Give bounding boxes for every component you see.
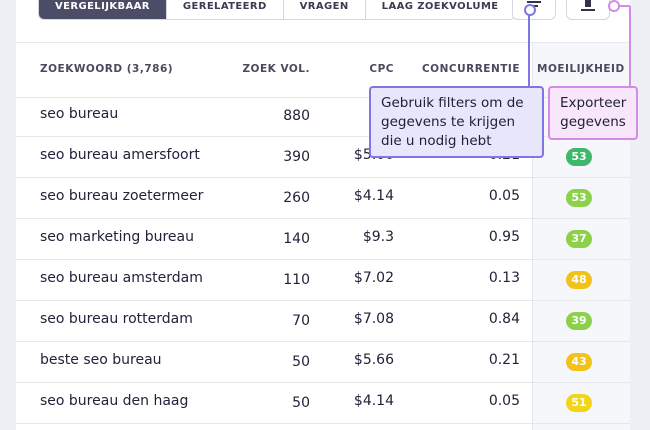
difficulty-badge: 53 (566, 189, 592, 207)
competition-cell: 0.84 (488, 311, 520, 327)
cpc-cell: $7.02 (353, 270, 394, 286)
export-icon (581, 0, 595, 11)
volume-cell: 70 (292, 313, 310, 329)
keyword-cell[interactable]: seo marketing bureau (40, 229, 194, 245)
volume-cell: 50 (292, 354, 310, 370)
header-keyword[interactable]: ZOEKWOORD (3,786) (40, 63, 173, 75)
filter-tooltip-connector (528, 10, 530, 86)
export-tooltip: Exporteer gegevens (548, 86, 638, 140)
keyword-cell[interactable]: seo bureau den haag (40, 393, 188, 409)
volume-cell: 390 (283, 149, 310, 165)
tab-bar: VERGELIJKBAAR GERELATEERD VRAGEN LAAG ZO… (38, 0, 516, 20)
table-row[interactable]: seo bureau rotterdam 70 $7.08 0.84 39 (16, 301, 630, 342)
difficulty-badge: 39 (566, 312, 592, 330)
tab-gerelateerd[interactable]: GERELATEERD (167, 0, 284, 19)
export-button[interactable] (566, 0, 610, 20)
difficulty-badge: 51 (566, 394, 592, 412)
keyword-cell[interactable]: beste seo bureau (40, 352, 162, 368)
cpc-cell: $5.66 (353, 352, 394, 368)
competition-cell: 0.05 (488, 188, 520, 204)
header-competition[interactable]: CONCURRENTIE (422, 63, 520, 75)
cpc-cell: $9.3 (362, 229, 394, 245)
keyword-cell[interactable]: seo bureau amsterdam (40, 270, 203, 286)
competition-cell: 0.21 (488, 352, 520, 368)
volume-cell: 110 (283, 272, 310, 288)
export-tooltip-anchor (608, 0, 620, 12)
table-row[interactable]: seo bureau den haag 50 $4.14 0.05 51 (16, 383, 630, 424)
filter-tooltip: Gebruik filters om de gegevens te krijge… (369, 86, 544, 158)
difficulty-badge: 37 (566, 230, 592, 248)
header-cpc[interactable]: CPC (369, 63, 394, 75)
tab-laag-zoekvolume[interactable]: LAAG ZOEKVOLUME (366, 0, 515, 19)
keyword-cell[interactable]: seo bureau rotterdam (40, 311, 193, 327)
volume-cell: 260 (283, 190, 310, 206)
export-tooltip-connector (629, 6, 631, 86)
competition-cell: 0.05 (488, 393, 520, 409)
cpc-cell: $4.14 (353, 393, 394, 409)
difficulty-badge: 53 (566, 148, 592, 166)
cpc-cell: $4.14 (353, 188, 394, 204)
tab-vergelijkbaar[interactable]: VERGELIJKBAAR (39, 0, 167, 19)
header-difficulty[interactable]: MOEILIJKHEID (537, 63, 625, 75)
tab-vragen[interactable]: VRAGEN (284, 0, 366, 19)
volume-cell: 50 (292, 395, 310, 411)
keyword-cell[interactable]: seo bureau zoetermeer (40, 188, 203, 204)
table-row[interactable]: seo bureau zoetermeer 260 $4.14 0.05 53 (16, 178, 630, 219)
difficulty-badge: 48 (566, 271, 592, 289)
table-row[interactable]: beste seo bureau 50 $5.66 0.21 43 (16, 342, 630, 383)
header-volume[interactable]: ZOEK VOL. (242, 63, 310, 75)
table-row[interactable]: seo bureau amsterdam 110 $7.02 0.13 48 (16, 260, 630, 301)
keyword-table-card: VERGELIJKBAAR GERELATEERD VRAGEN LAAG ZO… (16, 0, 630, 430)
keyword-cell[interactable]: seo bureau (40, 106, 118, 122)
competition-cell: 0.95 (488, 229, 520, 245)
competition-cell: 0.13 (488, 270, 520, 286)
volume-cell: 140 (283, 231, 310, 247)
difficulty-badge: 43 (566, 353, 592, 371)
filter-tooltip-anchor (524, 4, 536, 16)
keyword-cell[interactable]: seo bureau amersfoort (40, 147, 200, 163)
table-row[interactable]: seo marketing bureau 140 $9.3 0.95 37 (16, 219, 630, 260)
cpc-cell: $7.08 (353, 311, 394, 327)
volume-cell: 880 (283, 108, 310, 124)
